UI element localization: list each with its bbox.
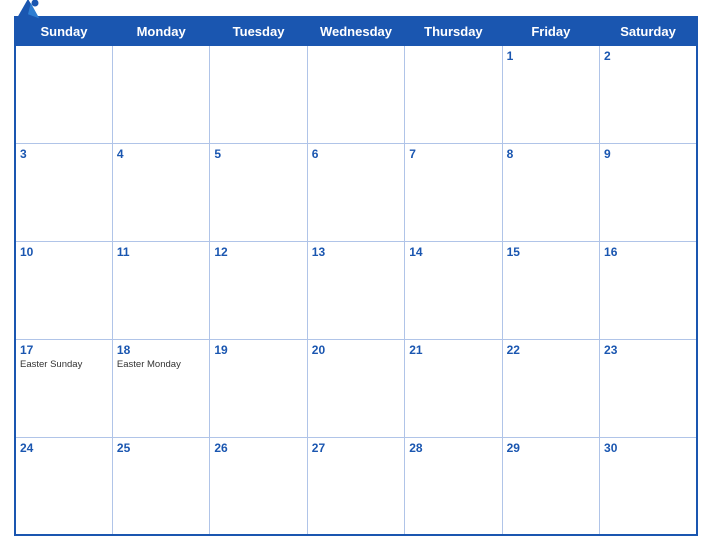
date-number: 5 [214,147,302,161]
week-row-5: 24 25 26 27 28 29 30 [15,437,697,535]
cal-cell [307,46,404,144]
cal-cell: 28 [405,437,502,535]
date-number: 2 [604,49,692,63]
weekday-thursday: Thursday [405,17,502,46]
cal-cell: 4 [112,143,209,241]
weekday-header-row: SundayMondayTuesdayWednesdayThursdayFrid… [15,17,697,46]
cal-cell: 9 [600,143,697,241]
date-number: 19 [214,343,302,357]
cal-cell: 12 [210,241,307,339]
cal-cell: 6 [307,143,404,241]
date-number: 10 [20,245,108,259]
cal-cell: 17 Easter Sunday [15,339,112,437]
date-number: 12 [214,245,302,259]
date-number: 4 [117,147,205,161]
date-number: 28 [409,441,497,455]
date-number: 6 [312,147,400,161]
cal-cell: 26 [210,437,307,535]
date-number: 25 [117,441,205,455]
cal-cell: 10 [15,241,112,339]
week-row-2: 3456789 [15,143,697,241]
cal-cell: 1 [502,46,599,144]
cal-cell: 15 [502,241,599,339]
date-number: 22 [507,343,595,357]
week-row-4: 17 Easter Sunday 18 Easter Monday 19 20 21 22 23 [15,339,697,437]
date-number: 29 [507,441,595,455]
cal-cell: 25 [112,437,209,535]
cal-cell: 19 [210,339,307,437]
logo-icon [14,0,42,24]
cal-cell: 2 [600,46,697,144]
date-number: 9 [604,147,692,161]
week-row-1: 12 [15,46,697,144]
cal-cell: 23 [600,339,697,437]
weekday-wednesday: Wednesday [307,17,404,46]
cal-cell: 29 [502,437,599,535]
date-number: 14 [409,245,497,259]
date-number: 21 [409,343,497,357]
weekday-saturday: Saturday [600,17,697,46]
cal-cell: 16 [600,241,697,339]
date-number: 17 [20,343,108,357]
date-number: 27 [312,441,400,455]
calendar-table: SundayMondayTuesdayWednesdayThursdayFrid… [14,16,698,536]
date-number: 1 [507,49,595,63]
calendar-wrapper: SundayMondayTuesdayWednesdayThursdayFrid… [0,0,712,550]
cal-cell: 7 [405,143,502,241]
cal-cell: 22 [502,339,599,437]
date-number: 24 [20,441,108,455]
cal-cell: 5 [210,143,307,241]
date-number: 30 [604,441,692,455]
weekday-tuesday: Tuesday [210,17,307,46]
cal-cell [15,46,112,144]
date-number: 13 [312,245,400,259]
cal-cell: 18 Easter Monday [112,339,209,437]
cal-cell: 14 [405,241,502,339]
holiday-label: Easter Sunday [20,359,108,370]
cal-cell [210,46,307,144]
cal-cell: 21 [405,339,502,437]
date-number: 23 [604,343,692,357]
weekday-friday: Friday [502,17,599,46]
date-number: 7 [409,147,497,161]
cal-cell: 27 [307,437,404,535]
date-number: 8 [507,147,595,161]
cal-cell: 3 [15,143,112,241]
cal-cell: 13 [307,241,404,339]
cal-cell: 30 [600,437,697,535]
week-row-3: 10 11 12 13 14 15 16 [15,241,697,339]
date-number: 20 [312,343,400,357]
holiday-label: Easter Monday [117,359,205,370]
logo [14,0,46,24]
weekday-monday: Monday [112,17,209,46]
date-number: 18 [117,343,205,357]
cal-cell: 11 [112,241,209,339]
cal-cell: 20 [307,339,404,437]
date-number: 26 [214,441,302,455]
cal-cell [112,46,209,144]
date-number: 3 [20,147,108,161]
date-number: 16 [604,245,692,259]
cal-cell: 24 [15,437,112,535]
cal-cell [405,46,502,144]
cal-cell: 8 [502,143,599,241]
date-number: 15 [507,245,595,259]
date-number: 11 [117,245,205,259]
